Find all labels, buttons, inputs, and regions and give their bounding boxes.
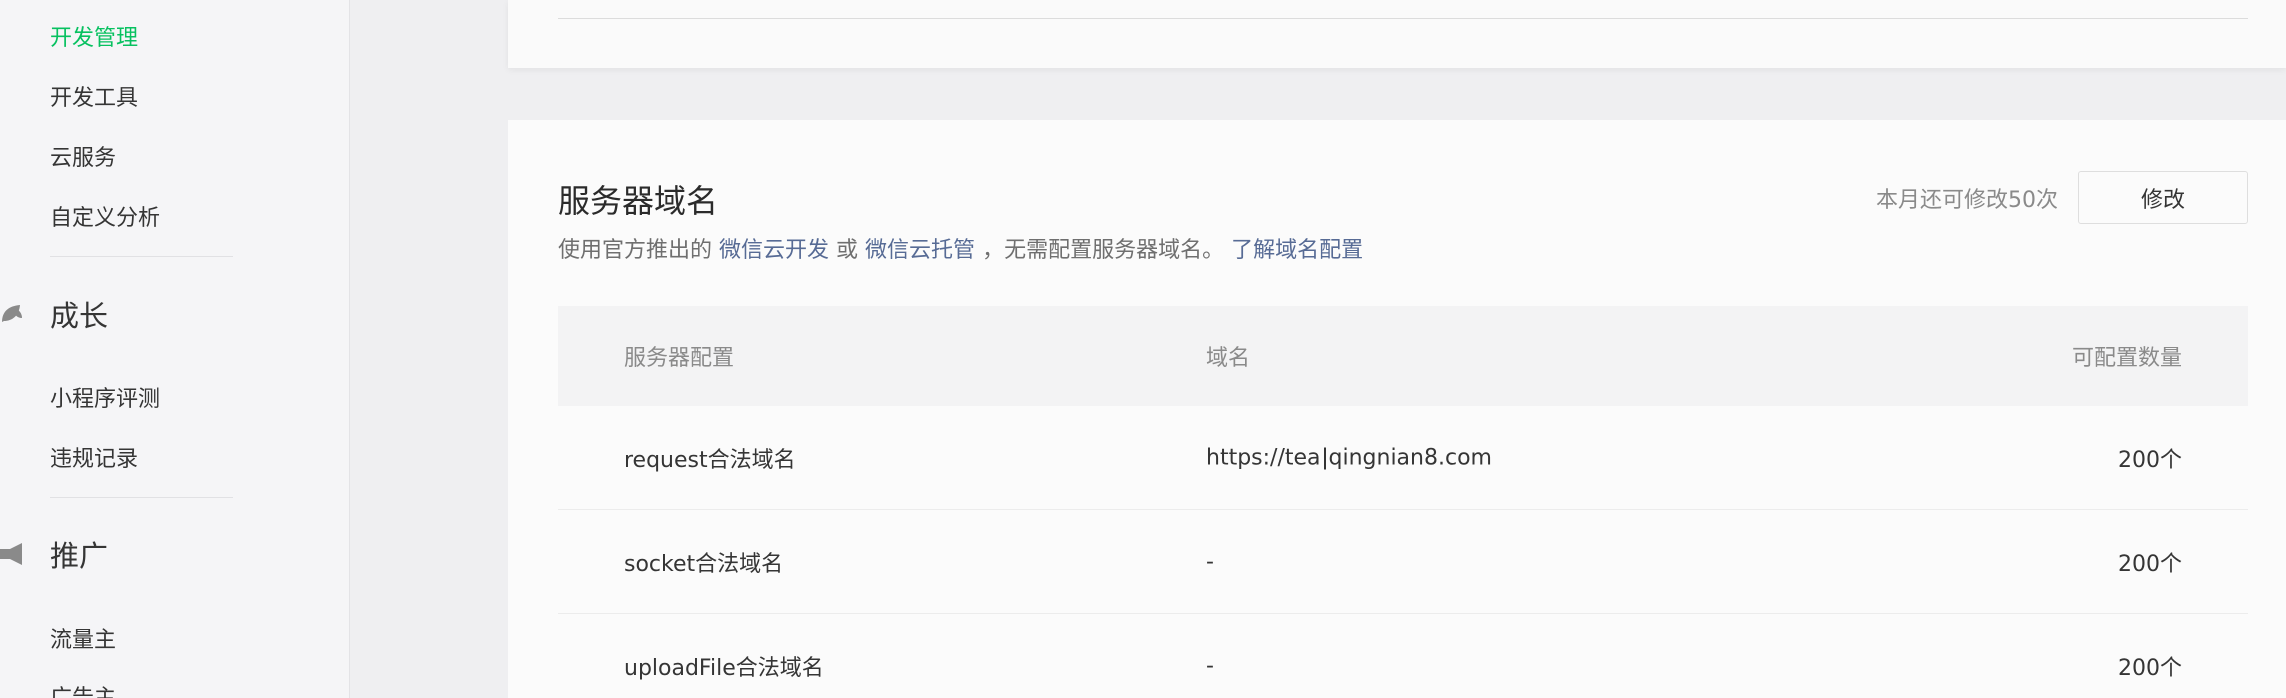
row-domain: - xyxy=(1206,549,1214,574)
desc-or: 或 xyxy=(836,238,859,263)
sidebar: 开发管理 开发工具 云服务 自定义分析 成长 小程序评测 违规记录 推广 流量主… xyxy=(0,0,350,698)
sidebar-item-violation-records[interactable]: 违规记录 xyxy=(50,441,138,473)
row-count: 200个 xyxy=(2118,655,2182,681)
card-title: 服务器域名 xyxy=(558,182,719,220)
edit-button[interactable]: 修改 xyxy=(2078,171,2248,224)
previous-card xyxy=(508,0,2286,68)
row-domain: https://tea qingnian8.com xyxy=(1206,445,1492,470)
row-name: uploadFile合法域名 xyxy=(624,655,824,681)
sidebar-divider xyxy=(50,497,233,498)
table-row: uploadFile合法域名 - 200个 xyxy=(558,614,2248,698)
text-cursor-icon xyxy=(1323,447,1326,469)
table-row: socket合法域名 - 200个 xyxy=(558,510,2248,614)
row-count: 200个 xyxy=(2118,551,2182,577)
sidebar-item-cloud-service[interactable]: 云服务 xyxy=(50,140,116,172)
desc-prefix: 使用官方推出的 xyxy=(558,238,713,263)
server-domain-card: 服务器域名 本月还可修改50次 修改 使用官方推出的 微信云开发 或 微信云托管… xyxy=(508,120,2286,698)
desc-suffix: ，无需配置服务器域名。 xyxy=(982,238,1225,263)
table-header: 服务器配置 域名 可配置数量 xyxy=(558,306,2248,406)
sidebar-section-promotion[interactable]: 推广 xyxy=(0,536,108,573)
sidebar-section-label: 推广 xyxy=(50,539,109,573)
sidebar-item-advertiser[interactable]: 广告主 xyxy=(50,680,116,698)
sidebar-item-dev-tools[interactable]: 开发工具 xyxy=(50,80,138,112)
header-count: 可配置数量 xyxy=(2071,346,2182,371)
sidebar-item-custom-analysis[interactable]: 自定义分析 xyxy=(50,200,160,232)
cloud-host-link[interactable]: 微信云托管 xyxy=(865,238,975,263)
sidebar-section-growth[interactable]: 成长 xyxy=(0,296,108,333)
domain-part: qingnian8.com xyxy=(1328,445,1492,470)
sidebar-item-traffic-owner[interactable]: 流量主 xyxy=(50,622,116,654)
sidebar-divider xyxy=(50,256,233,257)
megaphone-icon xyxy=(0,539,26,569)
sidebar-item-dev-management[interactable]: 开发管理 xyxy=(50,20,138,52)
leaf-icon xyxy=(0,299,26,329)
header-server-config: 服务器配置 xyxy=(624,346,735,371)
row-domain: - xyxy=(1206,653,1214,678)
quota-text: 本月还可修改50次 xyxy=(1876,188,2058,213)
cloud-dev-link[interactable]: 微信云开发 xyxy=(719,238,829,263)
row-name: socket合法域名 xyxy=(624,551,784,577)
row-name: request合法域名 xyxy=(624,447,796,473)
sidebar-section-label: 成长 xyxy=(50,299,109,333)
card-description: 使用官方推出的 微信云开发 或 微信云托管 ，无需配置服务器域名。 了解域名配置 xyxy=(558,232,1363,264)
table-row: request合法域名 https://tea qingnian8.com 200… xyxy=(558,406,2248,510)
domain-part: https://tea xyxy=(1206,445,1321,470)
header-domain: 域名 xyxy=(1206,346,1251,371)
card-divider xyxy=(558,18,2248,19)
domain-table: 服务器配置 域名 可配置数量 request合法域名 https://tea qi… xyxy=(558,306,2248,698)
learn-domain-config-link[interactable]: 了解域名配置 xyxy=(1231,238,1363,263)
sidebar-item-app-review[interactable]: 小程序评测 xyxy=(50,381,160,413)
row-count: 200个 xyxy=(2118,447,2182,473)
